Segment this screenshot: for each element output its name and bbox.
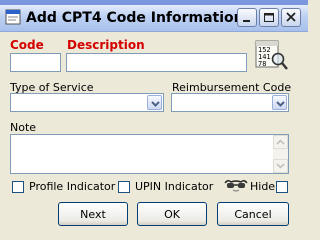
scroll-down-button[interactable]: [273, 159, 288, 173]
profile-indicator-checkbox[interactable]: [12, 181, 24, 193]
window-title: Add CPT4 Code Information: [26, 10, 244, 26]
title-bar[interactable]: Add CPT4 Code Information: [0, 5, 308, 32]
type-of-service-select[interactable]: [10, 93, 164, 112]
code-lookup-icon[interactable]: 152 141 78: [255, 40, 289, 72]
minimize-icon: [243, 20, 250, 22]
maximize-button[interactable]: [259, 8, 279, 27]
hide-checkbox[interactable]: [276, 181, 288, 193]
note-label: Note: [10, 121, 37, 134]
cancel-button[interactable]: Cancel: [217, 202, 289, 226]
code-input[interactable]: [10, 53, 61, 72]
profile-indicator-label: Profile Indicator: [29, 180, 116, 193]
note-textarea[interactable]: [10, 134, 289, 174]
lookup-number-3: 78: [258, 60, 266, 68]
app-icon: [5, 9, 21, 25]
upin-indicator-label: UPIN Indicator: [135, 180, 214, 193]
scroll-up-button[interactable]: [273, 135, 288, 149]
type-of-service-dropdown-button[interactable]: [147, 95, 162, 110]
reimbursement-code-dropdown-button[interactable]: [272, 95, 287, 110]
chevron-down-icon: [276, 101, 285, 107]
maximize-icon: [264, 13, 274, 22]
hide-label: Hide: [250, 180, 276, 193]
upin-indicator-checkbox[interactable]: [118, 181, 130, 193]
note-scrollbar[interactable]: [273, 135, 288, 173]
ok-button[interactable]: OK: [137, 202, 207, 226]
next-button[interactable]: Next: [58, 202, 128, 226]
glasses-icon: [224, 178, 248, 192]
reimbursement-code-select[interactable]: [171, 93, 289, 112]
scroll-down-icon: [276, 163, 285, 169]
minimize-button[interactable]: [237, 8, 257, 27]
close-icon: [286, 12, 296, 22]
description-label: Description: [67, 38, 145, 52]
scroll-up-icon: [276, 139, 285, 145]
close-button[interactable]: [281, 8, 301, 27]
chevron-down-icon: [151, 101, 160, 107]
code-label: Code: [10, 38, 44, 52]
description-input[interactable]: [66, 53, 247, 72]
